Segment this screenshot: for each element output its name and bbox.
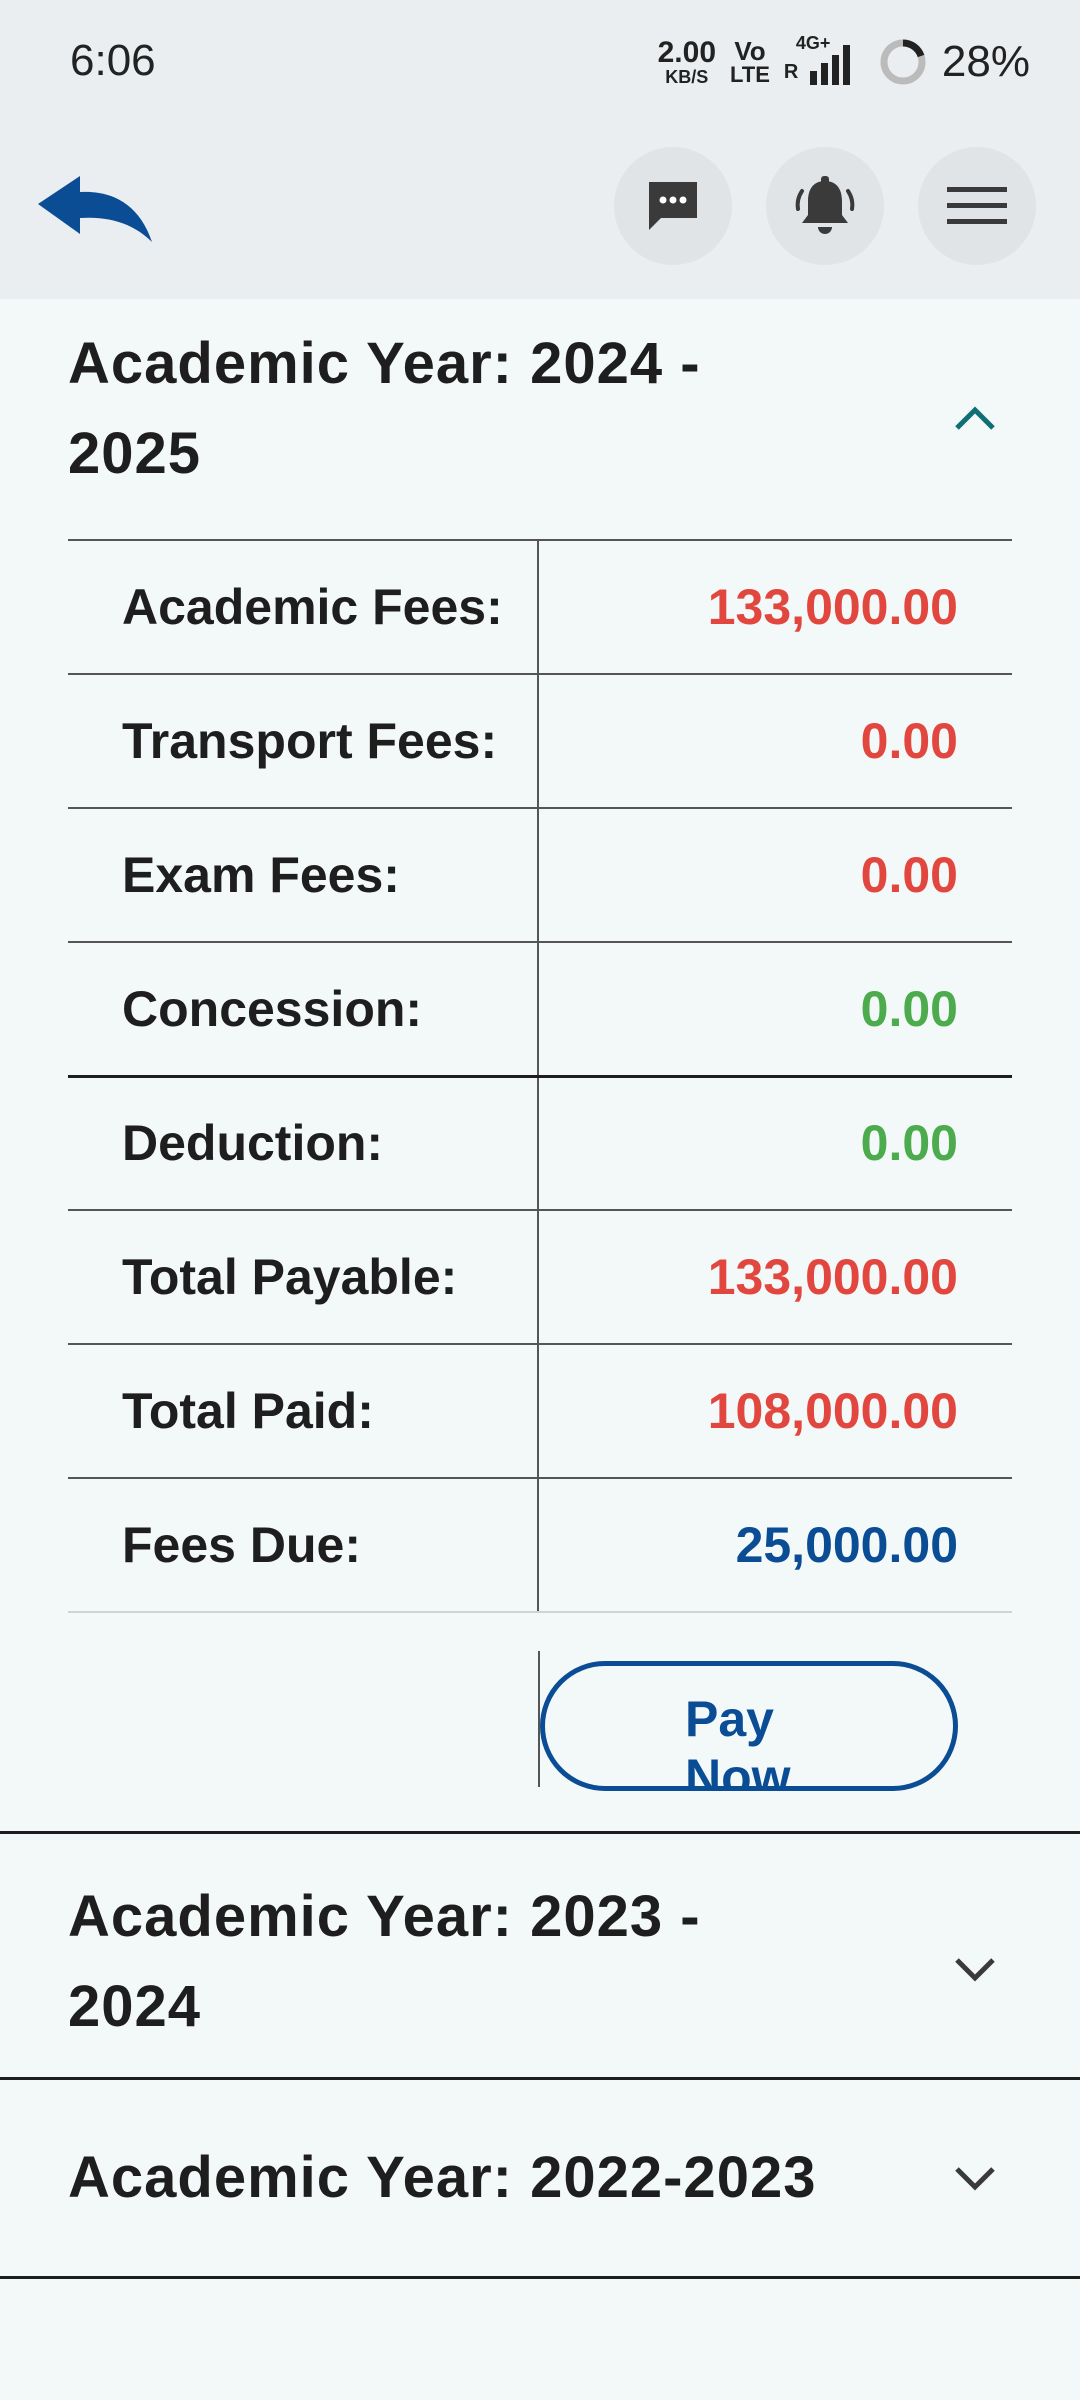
bell-icon [795,176,855,234]
year-section-2024-2025: Academic Year: 2024 - 2025 Academic Fees… [0,299,1080,1834]
chevron-down-icon[interactable] [950,2153,1000,2203]
notifications-button[interactable] [766,147,884,265]
fee-value: 133,000.00 [538,1209,1012,1344]
fee-label: Academic Fees: [68,539,539,674]
fee-value: 133,000.00 [538,539,1012,674]
chat-icon [649,182,697,230]
fee-label: Total Paid: [68,1343,539,1478]
fee-label: Total Payable: [68,1209,539,1344]
fee-label: Deduction: [68,1074,539,1210]
fee-row-concession: Concession: 0.00 [68,941,1012,1076]
year-title: Academic Year: 2024 - 2025 [68,331,701,486]
chevron-up-icon[interactable] [950,394,1000,444]
year-section-2023-2024: Academic Year: 2023 - 2024 [0,1834,1080,2080]
year-title: Academic Year: 2023 - 2024 [68,1884,701,2039]
volte-icon: Vo LTE [730,38,770,86]
back-button[interactable] [32,165,157,255]
status-icons: 2.00 KB/S Vo LTE 4G+ R 28% [658,32,1030,92]
fee-label: Concession: [68,941,539,1076]
fee-value: 0.00 [538,941,1012,1076]
fee-label: Transport Fees: [68,673,539,808]
fee-value: 108,000.00 [538,1343,1012,1478]
fee-row-academic: Academic Fees: 133,000.00 [68,539,1012,674]
year-section-2022-2023: Academic Year: 2022-2023 [0,2080,1080,2279]
battery-percent: 28% [941,37,1030,86]
pay-now-label: Pay Now [685,1691,791,1791]
menu-button[interactable] [918,147,1036,265]
fee-value: 25,000.00 [538,1477,1012,1613]
fee-row-deduction: Deduction: 0.00 [68,1074,1012,1210]
fee-value: 0.00 [538,673,1012,808]
fee-value: 0.00 [538,807,1012,942]
chevron-down-icon[interactable] [950,1944,1000,1994]
status-time: 6:06 [70,36,156,85]
menu-icon [947,187,1007,224]
pay-now-button[interactable]: Pay Now [540,1661,958,1791]
fee-value: 0.00 [538,1074,1012,1210]
fee-row-fees-due: Fees Due: 25,000.00 [68,1477,1012,1613]
status-bar: 6:06 2.00 KB/S Vo LTE 4G+ R 28% [0,0,1080,125]
fee-row-exam: Exam Fees: 0.00 [68,807,1012,942]
volte-bottom: LTE [730,62,770,87]
back-arrow-icon [37,176,152,242]
network-speed-value: 2.00 [657,36,716,69]
app-bar [0,125,1080,299]
year-title: Academic Year: 2022-2023 [68,2145,817,2210]
chat-button[interactable] [614,147,732,265]
year-header-2023-2024[interactable]: Academic Year: 2023 - 2024 [0,1834,1080,2077]
network-speed-unit: KB/S [665,67,709,87]
signal-icon: 4G+ R [784,33,864,87]
fees-content: Academic Year: 2024 - 2025 Academic Fees… [0,299,1080,2279]
fees-table: Academic Fees: 133,000.00 Transport Fees… [68,539,1012,1613]
battery-icon [878,37,928,87]
fee-row-total-payable: Total Payable: 133,000.00 [68,1209,1012,1344]
year-header-2022-2023[interactable]: Academic Year: 2022-2023 [0,2080,1080,2276]
fee-row-total-paid: Total Paid: 108,000.00 [68,1343,1012,1478]
fee-row-transport: Transport Fees: 0.00 [68,673,1012,808]
year-header-2024-2025[interactable]: Academic Year: 2024 - 2025 [0,299,1080,539]
fee-label: Exam Fees: [68,807,539,942]
volte-top: Vo [734,36,766,66]
pay-row: Pay Now [0,1613,1080,1831]
fee-label: Fees Due: [68,1477,539,1613]
network-speed: 2.00 KB/S [657,36,716,87]
